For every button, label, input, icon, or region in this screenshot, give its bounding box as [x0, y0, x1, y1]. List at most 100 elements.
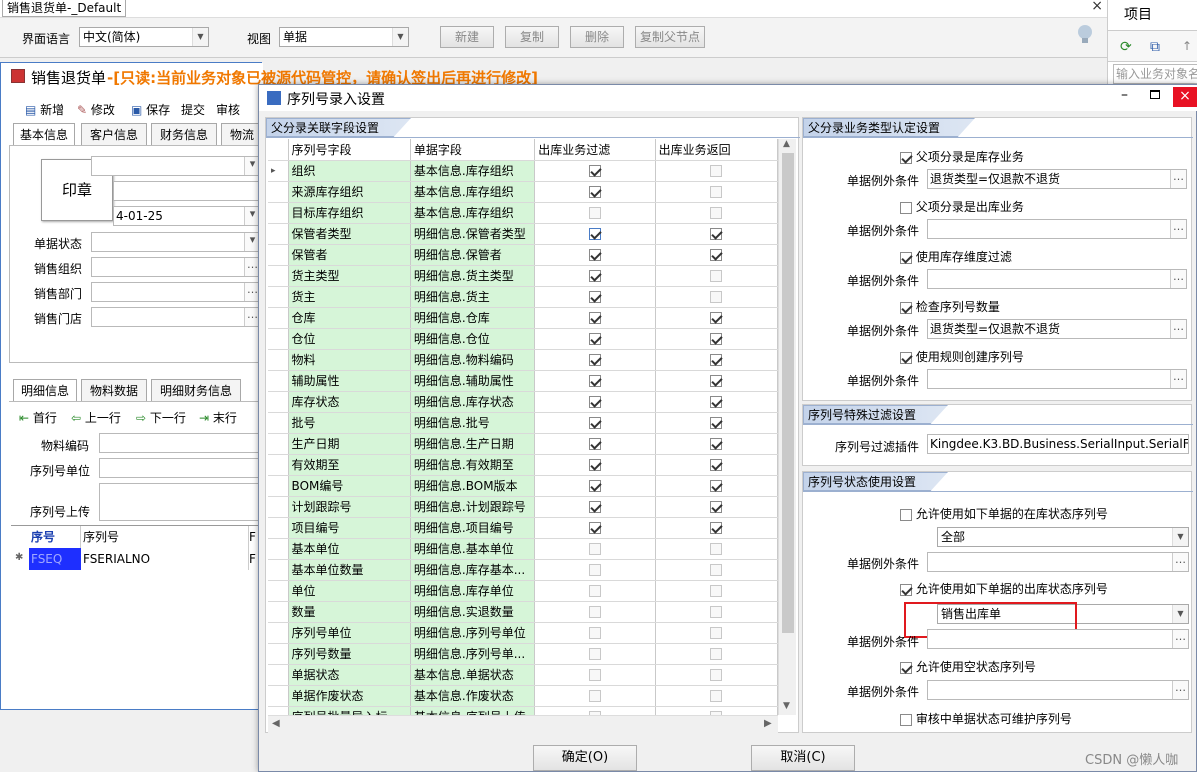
checkbox[interactable] — [710, 165, 723, 177]
checkbox[interactable] — [710, 228, 723, 240]
tab-basic-info[interactable]: 基本信息 — [13, 123, 75, 145]
cell-doc-field[interactable]: 明细信息.序列号单... — [410, 643, 536, 665]
cell-doc-field[interactable]: 明细信息.货主类型 — [410, 265, 536, 287]
cell-out-return[interactable] — [655, 160, 779, 182]
cell-serial-field[interactable]: 基本单位数量 — [288, 559, 411, 581]
cell-out-return[interactable] — [655, 496, 779, 518]
cell-doc-field[interactable]: 明细信息.生产日期 — [410, 433, 536, 455]
table-row[interactable]: 项目编号 明细信息.项目编号 — [268, 517, 779, 539]
table-row[interactable]: 目标库存组织 基本信息.库存组织 — [268, 202, 779, 224]
row-indicator[interactable] — [268, 265, 289, 287]
language-select[interactable]: 中文(简体) ▼ — [79, 27, 209, 47]
checkbox[interactable] — [588, 648, 601, 660]
col-header-out-return[interactable]: 出库业务返回 — [655, 139, 779, 161]
cell-serial-field[interactable]: 序列号单位 — [288, 622, 411, 644]
checkbox[interactable] — [710, 396, 723, 408]
cell-serial-field[interactable]: 批号 — [288, 412, 411, 434]
cell-doc-field[interactable]: 基本信息.作废状态 — [410, 685, 536, 707]
cell-out-filter[interactable] — [534, 454, 656, 476]
checkbox[interactable] — [588, 375, 601, 387]
table-row[interactable]: 保管者 明细信息.保管者 — [268, 244, 779, 266]
row-indicator[interactable] — [268, 580, 289, 602]
checkbox[interactable] — [588, 312, 601, 324]
close-icon[interactable]: × — [1091, 0, 1103, 14]
checkbox[interactable] — [710, 585, 723, 597]
material-code-field[interactable] — [99, 433, 261, 453]
cell-doc-field[interactable]: 明细信息.辅助属性 — [410, 370, 536, 392]
tab-customer-info[interactable]: 客户信息 — [81, 123, 147, 145]
checkbox[interactable] — [710, 669, 723, 681]
sales-dept-field[interactable]: … — [91, 282, 261, 302]
row-indicator[interactable] — [268, 517, 289, 539]
col-header-doc-field[interactable]: 单据字段 — [410, 139, 536, 161]
exception-field-1[interactable]: 退货类型=仅退款不退货… — [927, 169, 1187, 189]
table-row[interactable]: 仓位 明细信息.仓位 — [268, 328, 779, 350]
cell-out-filter[interactable] — [534, 223, 656, 245]
checkbox[interactable] — [710, 543, 723, 555]
checkbox[interactable] — [710, 627, 723, 639]
cell-out-return[interactable] — [655, 433, 779, 455]
table-row[interactable]: 辅助属性 明细信息.辅助属性 — [268, 370, 779, 392]
tab-detail-info[interactable]: 明细信息 — [13, 379, 77, 401]
cell-doc-field[interactable]: 基本信息.库存组织 — [410, 202, 536, 224]
checkbox[interactable] — [588, 480, 601, 492]
row-indicator[interactable]: ▸ — [268, 160, 289, 182]
checkbox[interactable] — [588, 417, 601, 429]
row-indicator[interactable] — [268, 391, 289, 413]
checkbox[interactable] — [588, 690, 601, 702]
exception-field-6[interactable]: … — [927, 552, 1189, 572]
sales-store-field[interactable]: … — [91, 307, 261, 327]
row-indicator[interactable] — [268, 370, 289, 392]
cell-out-return[interactable] — [655, 475, 779, 497]
cell-out-return[interactable] — [655, 349, 779, 371]
nav-next[interactable]: ⇨ 下一行 — [136, 409, 186, 426]
cell-out-return[interactable] — [655, 307, 779, 329]
cell-out-filter[interactable] — [534, 433, 656, 455]
cell-serial-field[interactable]: 货主 — [288, 286, 411, 308]
cell-doc-field[interactable]: 明细信息.序列号单位 — [410, 622, 536, 644]
cell-out-return[interactable] — [655, 538, 779, 560]
checkbox[interactable] — [588, 585, 601, 597]
cell-serial-field[interactable]: 保管者 — [288, 244, 411, 266]
checkbox[interactable] — [710, 270, 723, 282]
cell-out-filter[interactable] — [534, 685, 656, 707]
row-indicator[interactable] — [268, 328, 289, 350]
row-indicator[interactable] — [268, 538, 289, 560]
cell-out-filter[interactable] — [534, 559, 656, 581]
checkbox[interactable] — [588, 165, 601, 177]
checkbox[interactable] — [588, 249, 601, 261]
cell-out-filter[interactable] — [534, 412, 656, 434]
row-indicator[interactable] — [268, 286, 289, 308]
cell-serial-field[interactable]: 序列号数量 — [288, 643, 411, 665]
checkbox[interactable] — [588, 459, 601, 471]
checkbox[interactable] — [710, 438, 723, 450]
checkbox[interactable] — [588, 291, 601, 303]
cell-doc-field[interactable]: 明细信息.库存基本... — [410, 559, 536, 581]
cell-doc-field[interactable]: 明细信息.批号 — [410, 412, 536, 434]
cell-out-return[interactable] — [655, 412, 779, 434]
checkbox[interactable] — [588, 270, 601, 282]
cell-out-return[interactable] — [655, 601, 779, 623]
checkbox[interactable] — [710, 648, 723, 660]
checkbox[interactable] — [710, 606, 723, 618]
delete-button[interactable]: 删除 — [570, 26, 624, 48]
cell-out-filter[interactable] — [534, 622, 656, 644]
cell-out-filter[interactable] — [534, 202, 656, 224]
table-row[interactable]: 生产日期 明细信息.生产日期 — [268, 433, 779, 455]
cell-serial-field[interactable]: 仓位 — [288, 328, 411, 350]
table-row[interactable]: 物料 明细信息.物料编码 — [268, 349, 779, 371]
table-row[interactable]: 基本单位 明细信息.基本单位 — [268, 538, 779, 560]
new-button[interactable]: 新建 — [440, 26, 494, 48]
cell-out-return[interactable] — [655, 622, 779, 644]
table-row[interactable]: 保管者类型 明细信息.保管者类型 — [268, 223, 779, 245]
checkbox[interactable] — [588, 396, 601, 408]
cell-doc-field[interactable]: 明细信息.保管者类型 — [410, 223, 536, 245]
scroll-right-icon[interactable]: ▶ — [764, 718, 772, 729]
exception-field-7[interactable]: … — [927, 629, 1189, 649]
table-row[interactable]: 序列号数量 明细信息.序列号单... — [268, 643, 779, 665]
cell-out-filter[interactable] — [534, 496, 656, 518]
checkbox[interactable] — [710, 375, 723, 387]
cell-doc-field[interactable]: 明细信息.项目编号 — [410, 517, 536, 539]
doc-status-field[interactable]: ▾ — [91, 232, 261, 252]
grid-header-serial[interactable]: 序列号 — [81, 526, 249, 548]
